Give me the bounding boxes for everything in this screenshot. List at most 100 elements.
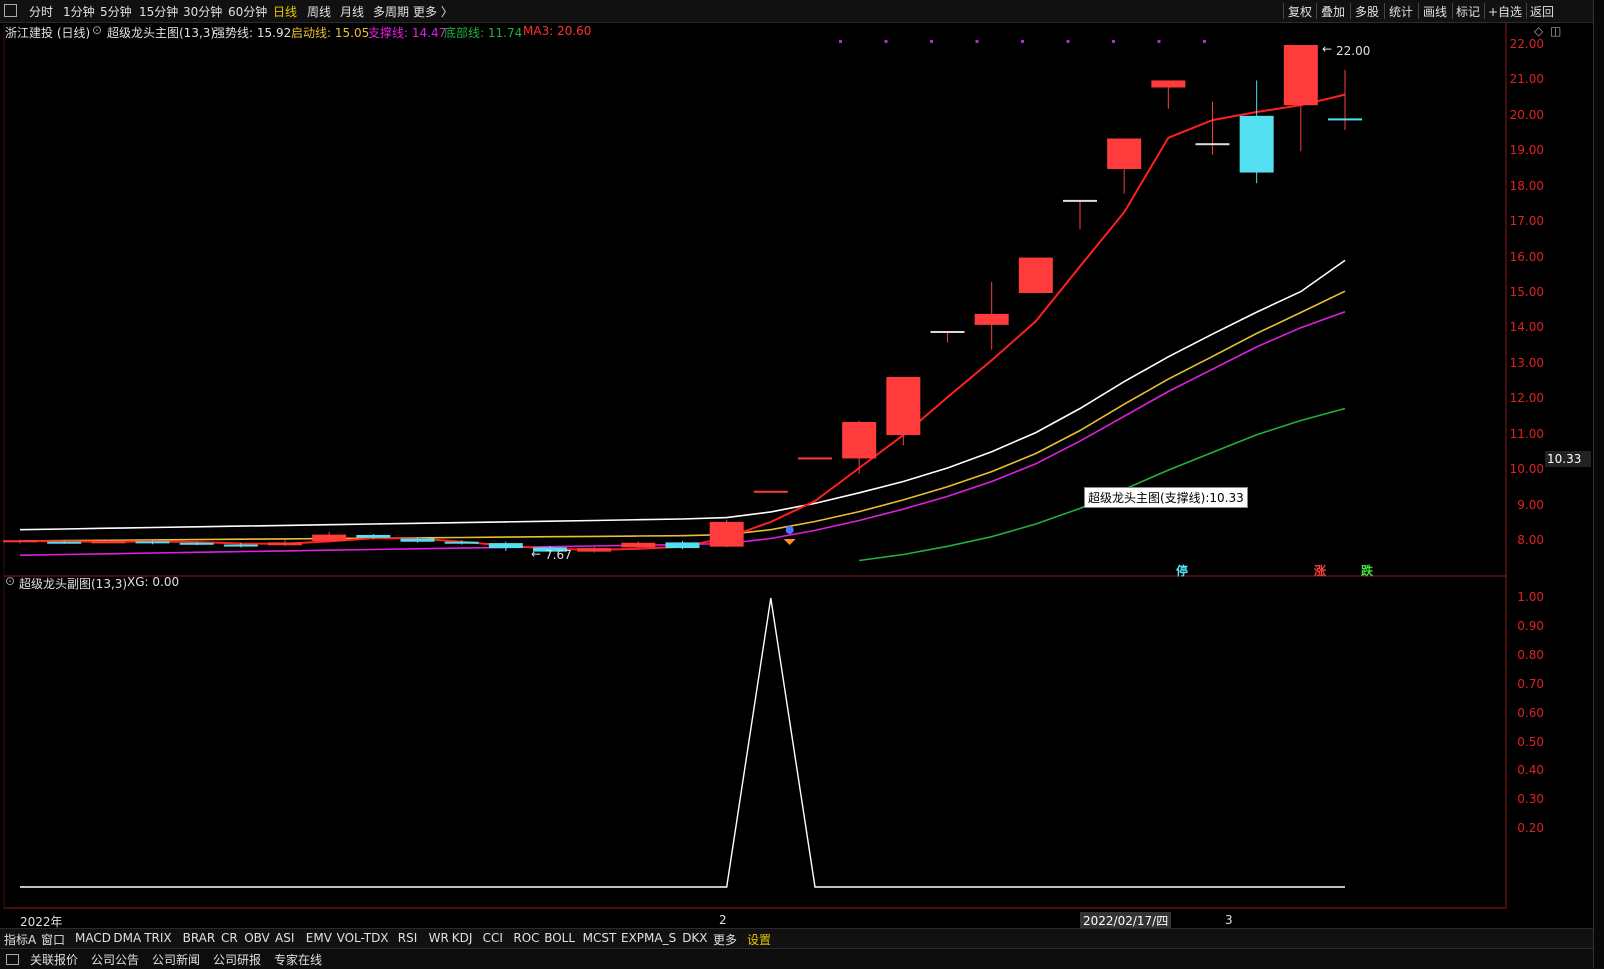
price-axis-label: 16.00 xyxy=(1509,249,1544,264)
candle-body xyxy=(709,521,744,547)
price-axis-label: 13.00 xyxy=(1509,355,1544,370)
support-line-tooltip: 超级龙头主图(支撑线):10.33 xyxy=(1084,487,1248,508)
candle-body xyxy=(1328,118,1362,121)
xg-line xyxy=(20,597,1345,888)
tab-19[interactable]: 更多 xyxy=(713,931,737,948)
price-axis-label: 14.00 xyxy=(1509,320,1544,335)
price-axis-label: 11.00 xyxy=(1509,426,1544,441)
tab-9[interactable]: VOL-TDX xyxy=(337,931,389,945)
tab-15[interactable]: BOLL xyxy=(544,931,575,945)
top-marker-dot xyxy=(1021,40,1024,43)
sub-axis-label: 0.60 xyxy=(1517,705,1544,720)
sub-axis-label: 0.70 xyxy=(1517,676,1544,691)
footer-bar: 关联报价 公司公告 公司新闻 公司研报 专家在线 xyxy=(0,948,1604,969)
tab-10[interactable]: RSI xyxy=(398,931,418,945)
top-marker-dot xyxy=(884,40,888,43)
high-arrow-icon: ← xyxy=(1322,42,1333,56)
tab-6[interactable]: OBV xyxy=(244,931,270,945)
tab-17[interactable]: EXPMA_S xyxy=(621,931,676,945)
tab-4[interactable]: BRAR xyxy=(183,931,216,945)
month-3-label: 3 xyxy=(1225,913,1233,927)
footer-news[interactable]: 公司新闻 xyxy=(152,951,200,968)
tab-12[interactable]: KDJ xyxy=(452,931,473,945)
tab-5[interactable]: CR xyxy=(221,931,238,945)
candle-body xyxy=(179,542,214,545)
sub-axis-label: 0.90 xyxy=(1517,618,1544,633)
candle-body xyxy=(3,540,37,543)
price-axis-label: 20.00 xyxy=(1509,107,1544,122)
candle-body xyxy=(1283,45,1318,106)
series-line-3 xyxy=(859,407,1346,562)
sub-axis-label: 0.50 xyxy=(1517,734,1544,749)
top-marker-dot xyxy=(1066,40,1070,43)
candle-body xyxy=(665,542,700,549)
sub-axis-label: 1.00 xyxy=(1517,590,1544,604)
footer-related-quotes[interactable]: 关联报价 xyxy=(30,951,78,968)
top-marker-dot xyxy=(839,40,842,43)
candle-body xyxy=(1151,80,1186,88)
price-axis-label: 8.00 xyxy=(1517,533,1544,547)
candle-body xyxy=(753,490,788,493)
tab-18[interactable]: DKX xyxy=(682,931,707,945)
candle-body xyxy=(268,542,302,546)
tab-11[interactable]: WR xyxy=(429,931,449,945)
candle-body xyxy=(974,313,1009,325)
price-axis-label: 17.00 xyxy=(1509,214,1544,229)
tab-indicator-a[interactable]: 指标A xyxy=(4,931,36,948)
top-marker-dot xyxy=(975,40,979,43)
tab-2[interactable]: DMA xyxy=(113,931,141,945)
price-axis-label: 15.00 xyxy=(1509,285,1544,299)
top-marker-dot xyxy=(930,40,933,43)
tab-16[interactable]: MCST xyxy=(583,931,617,945)
price-axis-label: 12.00 xyxy=(1509,391,1544,406)
price-axis-label: 22.00 xyxy=(1509,37,1544,51)
buy-signal-dot xyxy=(785,526,794,534)
sub-axis-label: 0.40 xyxy=(1517,763,1544,778)
candle-body xyxy=(356,534,391,538)
candle-body xyxy=(135,541,170,544)
date-cursor-label: 2022/02/17/四 xyxy=(1080,912,1172,929)
candle-body xyxy=(1239,115,1274,173)
candle-body xyxy=(47,541,82,544)
price-axis-label: 18.00 xyxy=(1509,178,1544,193)
month-2-label: 2 xyxy=(719,913,727,927)
tab-1[interactable]: MACD xyxy=(75,931,111,945)
top-marker-dot xyxy=(1157,40,1161,43)
candle-body xyxy=(223,544,258,547)
tab-13[interactable]: CCI xyxy=(483,931,503,945)
candle-body xyxy=(621,542,656,548)
kline-chart xyxy=(3,22,1507,909)
tab-3[interactable]: TRIX xyxy=(144,931,171,945)
buy-signal-diamond xyxy=(783,539,796,545)
candle-body xyxy=(1195,143,1230,146)
candle-body xyxy=(886,376,921,436)
candle-body xyxy=(842,421,877,459)
candle-body xyxy=(400,538,435,542)
tab-7[interactable]: ASI xyxy=(275,931,294,945)
current-price-box: 10.33 xyxy=(1545,451,1591,467)
candle-body xyxy=(577,548,612,552)
tab-0[interactable]: 窗口 xyxy=(41,931,65,948)
footer-toggle-icon[interactable] xyxy=(6,954,19,965)
candle-body xyxy=(930,330,965,333)
footer-expert[interactable]: 专家在线 xyxy=(274,951,322,968)
signal-ting: 停 xyxy=(1176,564,1189,578)
sub-axis-label: 0.80 xyxy=(1517,647,1544,662)
sub-axis-label: 0.20 xyxy=(1517,821,1544,836)
top-marker-dot xyxy=(1112,40,1115,43)
price-axis-label: 19.00 xyxy=(1509,143,1544,158)
signal-die: 跌 xyxy=(1361,564,1374,578)
sub-axis-label: 0.30 xyxy=(1517,792,1544,807)
candle-body xyxy=(312,534,347,541)
right-edge-panel xyxy=(1593,0,1604,968)
candle-body xyxy=(444,541,479,544)
candle-body xyxy=(1063,199,1097,202)
price-axis-label: 21.00 xyxy=(1509,72,1544,87)
footer-research[interactable]: 公司研报 xyxy=(213,951,261,968)
tab-8[interactable]: EMV xyxy=(306,931,332,945)
footer-announcements[interactable]: 公司公告 xyxy=(91,951,139,968)
series-line-4 xyxy=(19,93,1346,551)
tab-14[interactable]: ROC xyxy=(513,931,539,945)
low-price-label: 7.67 xyxy=(545,548,572,562)
tab-20[interactable]: 设置 xyxy=(747,931,771,948)
